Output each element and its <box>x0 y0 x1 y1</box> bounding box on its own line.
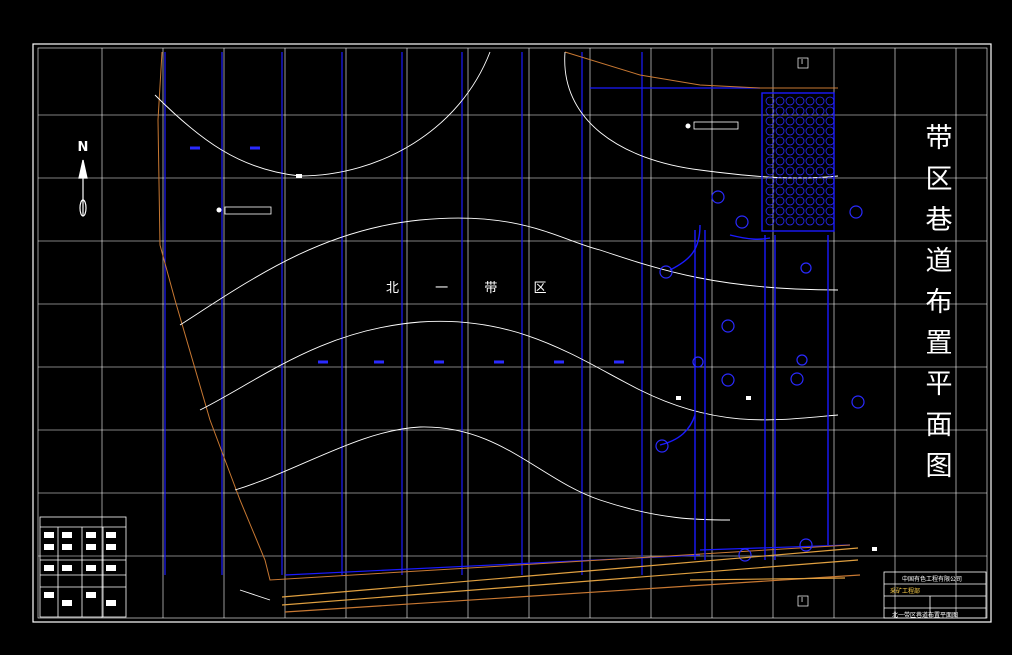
title-block-drawing-name: 北一带区巷道布置平面图 <box>892 612 959 619</box>
region-char: 一 <box>435 281 451 296</box>
roadway-lines <box>164 52 851 576</box>
section-mark-label-top: I <box>801 58 804 66</box>
legend-marks <box>44 532 116 606</box>
region-label: 北 一 带 区 <box>386 277 576 296</box>
cad-drawing-canvas <box>32 43 992 623</box>
boundary-top <box>564 51 838 89</box>
region-char: 区 <box>533 281 549 296</box>
title-char: 面 <box>925 410 953 441</box>
title-char: 图 <box>925 451 953 482</box>
title-block-department: 采矿工程部 <box>890 588 921 595</box>
contour-lines <box>154 51 839 601</box>
region-char: 带 <box>484 281 500 296</box>
title-char: 置 <box>925 328 953 359</box>
title-char: 道 <box>925 246 953 277</box>
section-mark-label-bottom: I <box>801 596 804 604</box>
inner-frame <box>37 47 988 619</box>
north-arrow <box>78 159 88 217</box>
title-char: 区 <box>925 164 953 195</box>
shaft-structures <box>659 92 835 560</box>
title-char: 布 <box>925 287 953 318</box>
north-label: N <box>77 140 89 155</box>
mining-boundary <box>157 51 851 581</box>
region-char: 北 <box>386 281 402 296</box>
north-indicator: N <box>75 140 91 155</box>
shaft-markers <box>655 190 865 562</box>
title-char: 巷 <box>925 205 953 236</box>
coordinate-grid <box>38 48 987 618</box>
annotation-tags <box>216 121 877 551</box>
drawing-title-vertical: 带 区 巷 道 布 置 平 面 图 <box>922 118 956 487</box>
title-char: 带 <box>925 123 953 154</box>
title-char: 平 <box>925 369 953 400</box>
title-block-company: 中国有色工程有限公司 <box>902 576 963 583</box>
outer-frame <box>32 43 992 623</box>
shaft-hatch <box>765 96 835 226</box>
